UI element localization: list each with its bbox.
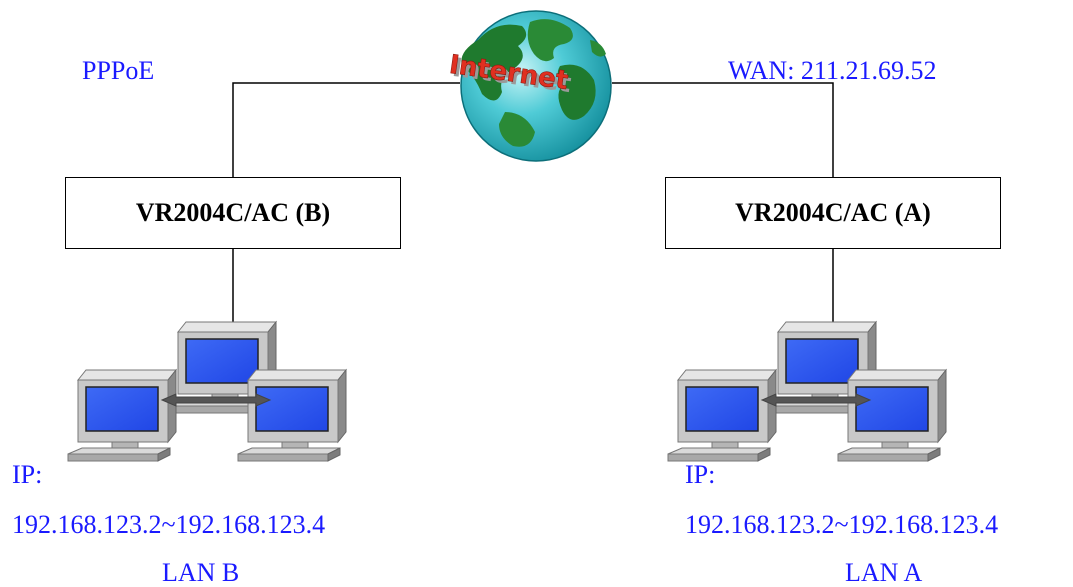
computer-icon bbox=[237, 369, 347, 462]
lan-a-ip-range: 192.168.123.2~192.168.123.4 bbox=[685, 510, 999, 539]
router-a-label: VR2004C/AC (A) bbox=[735, 198, 931, 227]
router-b-label: VR2004C/AC (B) bbox=[135, 198, 331, 227]
computer-icon bbox=[837, 369, 947, 462]
lan-b-ip-range: 192.168.123.2~192.168.123.4 bbox=[12, 510, 326, 539]
left-connection-label: PPPoE bbox=[82, 56, 155, 85]
right-connection-label: WAN: 211.21.69.52 bbox=[728, 56, 937, 85]
computer-icon bbox=[67, 369, 177, 462]
router-a-box: VR2004C/AC (A) bbox=[665, 177, 1001, 249]
lan-b-ip-label: IP: bbox=[12, 460, 43, 489]
lan-a-name: LAN A bbox=[845, 558, 923, 587]
computer-icon bbox=[667, 369, 777, 462]
line-router-a-to-internet bbox=[612, 82, 834, 177]
router-b-box: VR2004C/AC (B) bbox=[65, 177, 401, 249]
lan-b-name: LAN B bbox=[162, 558, 240, 587]
line-router-b-to-internet bbox=[232, 82, 460, 177]
lan-a-computers bbox=[667, 321, 947, 462]
lan-a-ip-label: IP: bbox=[685, 460, 716, 489]
network-diagram: Internet Internet bbox=[67, 10, 947, 462]
lan-b-computers bbox=[67, 321, 347, 462]
